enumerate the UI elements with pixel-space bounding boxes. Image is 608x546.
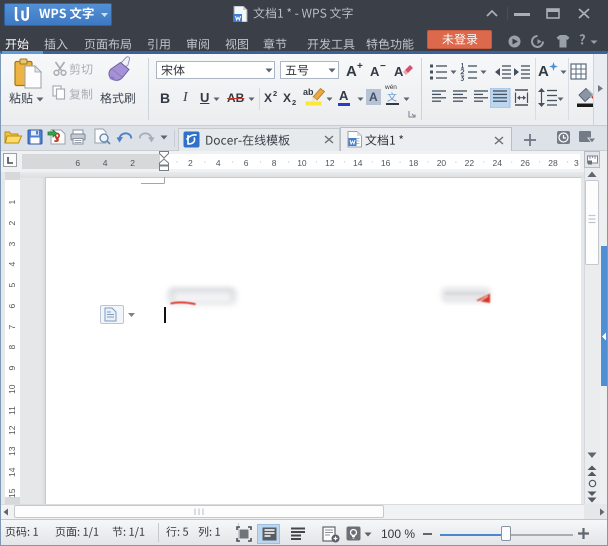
svg-text:15: 15 (7, 488, 17, 498)
svg-text:4: 4 (7, 262, 17, 267)
svg-text:12: 12 (7, 426, 17, 436)
svg-text:11: 11 (7, 406, 17, 415)
svg-text:5: 5 (7, 283, 17, 288)
svg-text:7: 7 (7, 324, 17, 329)
svg-text:13: 13 (7, 446, 17, 456)
svg-text:6: 6 (7, 303, 17, 308)
svg-text:3: 3 (7, 241, 17, 246)
svg-text:9: 9 (7, 366, 17, 371)
svg-text:8: 8 (7, 345, 17, 350)
svg-text:1: 1 (7, 200, 17, 205)
svg-text:14: 14 (7, 467, 17, 477)
svg-text:2: 2 (7, 220, 17, 225)
svg-text:10: 10 (7, 384, 17, 394)
